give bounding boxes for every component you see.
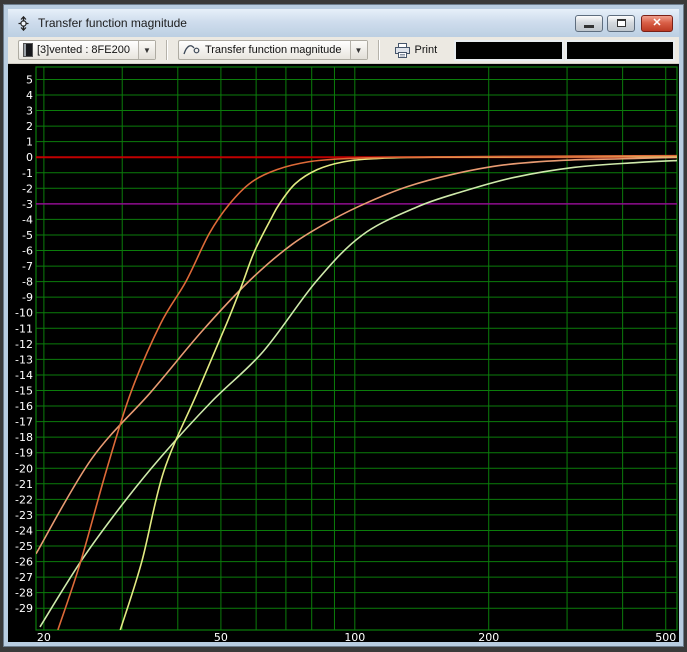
y-axis-tick-label: 0 bbox=[26, 151, 33, 164]
close-icon: ✕ bbox=[652, 16, 662, 29]
maximize-button[interactable] bbox=[607, 14, 635, 32]
y-axis-tick-label: -7 bbox=[22, 260, 33, 273]
x-axis-tick-label: 20 bbox=[37, 631, 51, 642]
y-axis-tick-label: -5 bbox=[22, 229, 33, 242]
y-axis-tick-label: 2 bbox=[26, 120, 33, 133]
y-axis-tick-label: -28 bbox=[15, 587, 33, 600]
y-axis-tick-label: -8 bbox=[22, 276, 33, 289]
window-title: Transfer function magnitude bbox=[38, 16, 187, 30]
y-axis-tick-label: -3 bbox=[22, 198, 33, 211]
toolbar-separator bbox=[165, 40, 168, 60]
project-selector[interactable]: [3]vented : 8FE200 ▼ bbox=[18, 40, 156, 60]
project-selector-value: [3]vented : 8FE200 bbox=[37, 44, 130, 56]
x-axis-tick-label: 500 bbox=[655, 631, 676, 642]
titlebar[interactable]: Transfer function magnitude ✕ bbox=[8, 9, 679, 37]
app-window: Transfer function magnitude ✕ [3]vented … bbox=[4, 5, 683, 646]
cursor-readout-x bbox=[454, 39, 564, 61]
y-axis-tick-label: 3 bbox=[26, 105, 33, 118]
driver-icon bbox=[23, 43, 33, 57]
minimize-button[interactable] bbox=[575, 14, 603, 32]
y-axis-tick-label: -19 bbox=[15, 447, 33, 460]
plot-type-selector-value: Transfer function magnitude bbox=[204, 44, 342, 56]
y-axis-tick-label: -4 bbox=[22, 213, 33, 226]
plot-type-dropdown-arrow-icon[interactable]: ▼ bbox=[349, 41, 367, 59]
y-axis-tick-label: 5 bbox=[26, 73, 33, 86]
printer-icon bbox=[394, 42, 410, 58]
y-axis-tick-label: -1 bbox=[22, 167, 33, 180]
y-axis-tick-label: -23 bbox=[15, 509, 33, 522]
y-axis-tick-label: -9 bbox=[22, 291, 33, 304]
y-axis-tick-label: -15 bbox=[15, 384, 33, 397]
cursor-readouts bbox=[453, 39, 675, 61]
y-axis-tick-label: -6 bbox=[22, 245, 33, 258]
cursor-readout-y bbox=[565, 39, 675, 61]
y-axis-tick-label: -21 bbox=[15, 478, 33, 491]
y-axis-tick-label: -10 bbox=[15, 307, 33, 320]
screen: { "window": { "title": "Transfer functio… bbox=[0, 0, 687, 652]
y-axis-tick-label: -11 bbox=[15, 322, 33, 335]
chart-background bbox=[8, 64, 679, 642]
x-axis-tick-label: 50 bbox=[214, 631, 228, 642]
y-axis-tick-label: -13 bbox=[15, 353, 33, 366]
print-button-label: Print bbox=[414, 44, 438, 56]
y-axis-tick-label: -12 bbox=[15, 338, 33, 351]
transfer-function-chart[interactable]: 5 4 3 2 1 0 -1 -2 -3 -4 -5 -6 -7 -8 -9 -10 -11 -12 -13 -14 -… bbox=[8, 64, 679, 642]
y-axis-tick-label: -14 bbox=[15, 369, 33, 382]
y-axis-tick-label: -17 bbox=[15, 416, 33, 429]
x-axis-tick-label: 100 bbox=[344, 631, 365, 642]
y-axis-tick-label: -24 bbox=[15, 524, 33, 537]
transfer-plot-icon bbox=[18, 15, 29, 31]
y-axis-tick-label: -25 bbox=[15, 540, 33, 553]
y-axis-tick-label: -2 bbox=[22, 182, 33, 195]
print-button[interactable]: Print bbox=[388, 40, 444, 60]
y-axis-tick-label: -29 bbox=[15, 602, 33, 615]
project-selector-dropdown-arrow-icon[interactable]: ▼ bbox=[137, 41, 155, 59]
toolbar-separator bbox=[377, 40, 380, 60]
y-axis-tick-label: 4 bbox=[26, 89, 33, 102]
plot-type-selector[interactable]: Transfer function magnitude ▼ bbox=[177, 40, 368, 60]
chart-area[interactable]: 5 4 3 2 1 0 -1 -2 -3 -4 -5 -6 -7 -8 -9 -10 -11 -12 -13 -14 -… bbox=[8, 64, 679, 642]
maximize-icon bbox=[616, 19, 626, 27]
y-axis-tick-label: -27 bbox=[15, 571, 33, 584]
x-axis-tick-label: 200 bbox=[478, 631, 499, 642]
close-button[interactable]: ✕ bbox=[641, 14, 673, 32]
y-axis-tick-label: -26 bbox=[15, 556, 33, 569]
minimize-icon bbox=[584, 24, 594, 28]
curve-icon bbox=[183, 43, 201, 57]
y-axis-tick-label: -16 bbox=[15, 400, 33, 413]
y-axis-tick-label: -22 bbox=[15, 493, 33, 506]
toolbar: [3]vented : 8FE200 ▼ Transfer function m… bbox=[8, 37, 679, 64]
y-axis-tick-label: -18 bbox=[15, 431, 33, 444]
y-axis-tick-label: 1 bbox=[26, 136, 33, 149]
y-axis-tick-label: -20 bbox=[15, 462, 33, 475]
